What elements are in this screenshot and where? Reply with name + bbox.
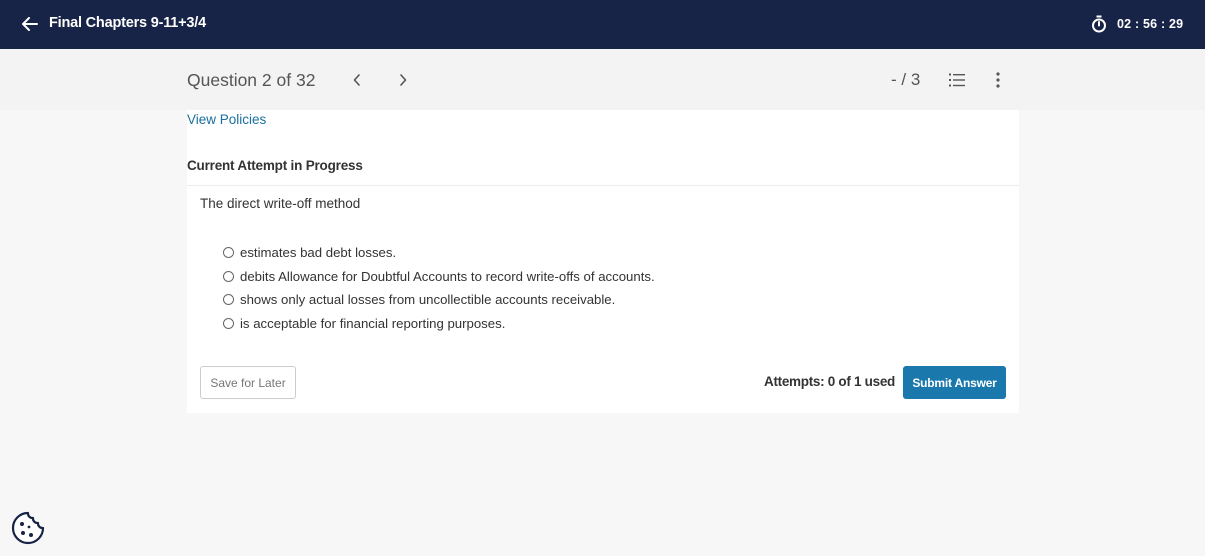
answer-option[interactable]: shows only actual losses from uncollecti…: [223, 288, 655, 312]
attempts-counter: Attempts: 0 of 1 used: [764, 374, 895, 389]
numbered-list-icon[interactable]: [948, 71, 966, 89]
submit-answer-button[interactable]: Submit Answer: [903, 366, 1006, 399]
cookie-icon[interactable]: [10, 510, 46, 546]
view-policies-link[interactable]: View Policies: [187, 112, 266, 127]
radio-button[interactable]: [223, 294, 234, 306]
chevron-right-icon: [400, 74, 407, 86]
radio-button[interactable]: [223, 317, 234, 329]
arrow-left-icon: [22, 17, 38, 31]
answer-option[interactable]: is acceptable for financial reporting pu…: [223, 312, 655, 336]
question-counter: Question 2 of 32: [187, 70, 316, 90]
back-button[interactable]: [20, 14, 40, 34]
attempt-status-heading: Current Attempt in Progress: [187, 158, 363, 173]
question-card: View Policies Current Attempt in Progres…: [187, 110, 1019, 413]
chevron-left-icon: [353, 74, 360, 86]
question-text: The direct write-off method: [200, 196, 361, 211]
divider: [187, 185, 1019, 186]
question-score: - / 3: [891, 70, 921, 89]
answer-option[interactable]: estimates bad debt losses.: [223, 241, 655, 265]
top-bar: Final Chapters 9-11+3/4 02 : 56 : 29: [0, 0, 1205, 49]
answer-option-label: is acceptable for financial reporting pu…: [240, 315, 506, 331]
radio-button[interactable]: [223, 270, 234, 282]
countdown-timer: 02 : 56 : 29: [1117, 17, 1184, 31]
save-for-later-button[interactable]: Save for Later: [200, 366, 296, 399]
radio-button[interactable]: [223, 247, 234, 259]
answer-option-label: debits Allowance for Doubtful Accounts t…: [240, 268, 655, 284]
previous-question-button[interactable]: [349, 71, 365, 89]
next-question-button[interactable]: [395, 71, 411, 89]
answer-options: estimates bad debt losses. debits Allowa…: [223, 241, 655, 335]
answer-option-label: estimates bad debt losses.: [240, 245, 397, 261]
answer-option[interactable]: debits Allowance for Doubtful Accounts t…: [223, 265, 655, 289]
answer-option-label: shows only actual losses from uncollecti…: [240, 292, 616, 308]
assignment-title: Final Chapters 9-11+3/4: [49, 15, 206, 31]
question-navigation-bar: Question 2 of 32 - / 3: [0, 49, 1205, 110]
kebab-menu-icon[interactable]: [990, 71, 1006, 89]
stopwatch-icon: [1092, 15, 1106, 33]
